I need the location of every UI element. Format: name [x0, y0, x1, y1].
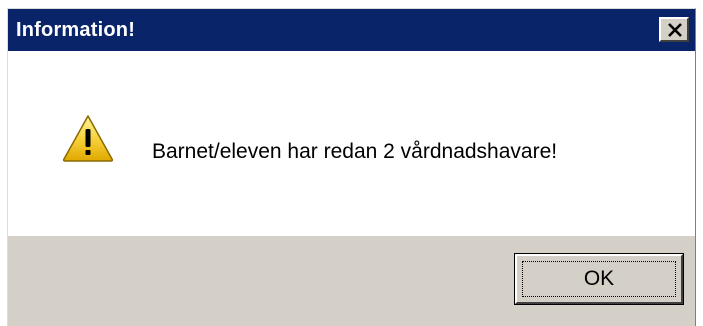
- warning-triangle-icon: [62, 115, 114, 162]
- message-area: Barnet/eleven har redan 2 vårdnadshavare…: [8, 51, 695, 236]
- close-x-icon: [668, 23, 682, 37]
- close-button[interactable]: [659, 17, 689, 42]
- ok-button-label: OK: [583, 267, 615, 290]
- information-dialog: Information! Barnet/eleven har redan 2 v…: [7, 8, 696, 326]
- ok-button[interactable]: OK: [514, 253, 684, 305]
- message-text: Barnet/eleven har redan 2 vårdnadshavare…: [152, 140, 558, 163]
- dialog-title: Information!: [16, 19, 136, 41]
- title-bar[interactable]: Information!: [8, 9, 695, 51]
